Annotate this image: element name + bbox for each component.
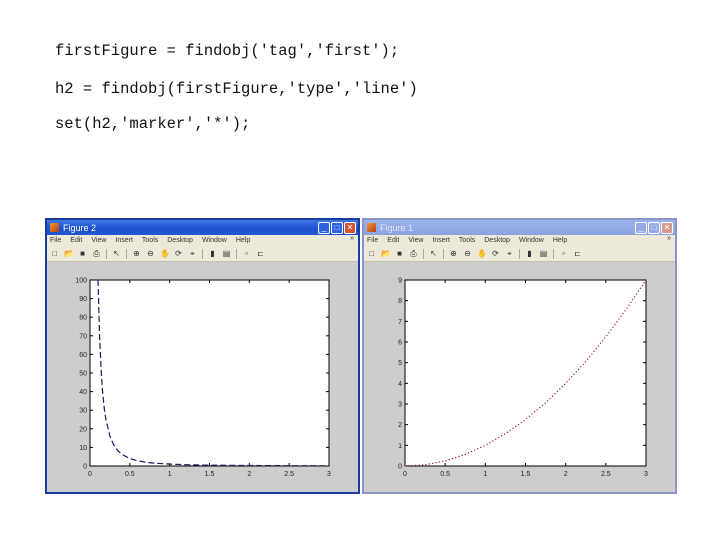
y-tick-label: 30 [79, 408, 87, 415]
x-tick-label: 1.5 [205, 471, 215, 478]
x-tick-label: 1 [483, 471, 487, 478]
x-tick-label: 2 [247, 471, 251, 478]
y-tick-label: 5 [398, 360, 402, 367]
x-tick-label: 3 [327, 471, 331, 478]
x-tick-label: 2.5 [601, 471, 611, 478]
x-tick-label: 1.5 [521, 471, 531, 478]
y-tick-label: 7 [398, 319, 402, 326]
y-tick-label: 20 [79, 426, 87, 433]
axes-box [404, 279, 647, 467]
y-tick-label: 50 [79, 371, 87, 378]
figure-2-plot[interactable]: 0 0.5 1 1.5 2 2.5 30102030405060708090100 [47, 220, 358, 492]
x-tick-label: 2.5 [284, 471, 294, 478]
y-tick-label: 9 [398, 278, 402, 285]
x-tick-label: 0 [403, 471, 407, 478]
axes-box [89, 279, 330, 467]
y-tick-label: 10 [79, 445, 87, 452]
code-line-1: firstFigure = findobj('tag','first'); [55, 42, 400, 60]
x-tick-label: 1 [168, 471, 172, 478]
y-tick-label: 8 [398, 298, 402, 305]
y-tick-label: 3 [398, 402, 402, 409]
y-tick-label: 40 [79, 389, 87, 396]
figure-1-plot[interactable]: 0 0.5 1 1.5 2 2.5 3 0 1 2 3 4 5 6 7 8 9 [364, 220, 675, 492]
y-tick-label: 1 [398, 443, 402, 450]
x-tick-label: 0 [88, 471, 92, 478]
x-tick-label: 3 [644, 471, 648, 478]
y-tick-label: 90 [79, 296, 87, 303]
figure-1-window[interactable]: Figure 1 _ □ ✕ File Edit View Insert Too… [362, 218, 677, 494]
x-tick-label: 0.5 [440, 471, 450, 478]
y-tick-label: 80 [79, 315, 87, 322]
x-tick-label: 0.5 [125, 471, 135, 478]
y-tick-label: 0 [83, 464, 87, 471]
code-line-3: set(h2,'marker','*'); [55, 115, 251, 133]
figure-2-window[interactable]: Figure 2 _ □ ✕ File Edit View Insert Too… [45, 218, 360, 494]
y-tick-label: 2 [398, 422, 402, 429]
y-tick-label: 0 [398, 464, 402, 471]
y-tick-label: 60 [79, 352, 87, 359]
y-tick-label: 70 [79, 333, 87, 340]
x-tick-label: 2 [564, 471, 568, 478]
y-tick-label: 4 [398, 381, 402, 388]
code-line-2: h2 = findobj(firstFigure,'type','line') [55, 80, 418, 98]
y-tick-label: 100 [75, 278, 87, 285]
y-tick-label: 6 [398, 340, 402, 347]
